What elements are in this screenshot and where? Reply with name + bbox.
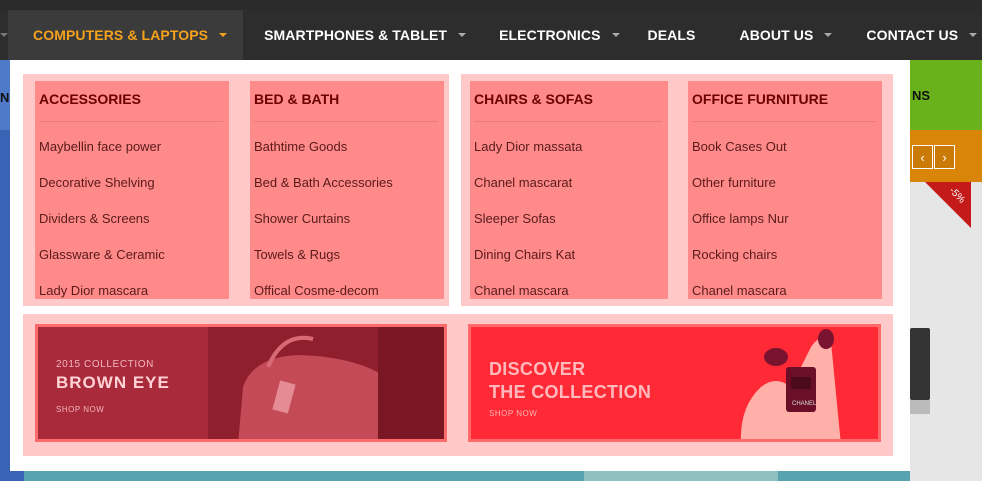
banner-shop-now-link[interactable]: SHOP NOW <box>489 409 537 418</box>
menu-link[interactable]: Offical Cosme-decom <box>254 283 379 298</box>
menu-link[interactable]: Sleeper Sofas <box>474 211 556 226</box>
nav-item-about-us[interactable]: ABOUT US <box>723 10 852 60</box>
mega-menu-dropdown: ACCESSORIES Maybellin face power Decorat… <box>10 60 910 471</box>
main-navigation: COMPUTERS & LAPTOPS SMARTPHONES & TABLET… <box>0 10 982 60</box>
discount-ribbon <box>925 182 971 228</box>
menu-link[interactable]: Dividers & Screens <box>39 211 150 226</box>
menu-group-right: CHAIRS & SOFAS Lady Dior massata Chanel … <box>461 74 893 306</box>
menu-link[interactable]: Lady Dior mascara <box>39 283 148 298</box>
chevron-down-icon <box>969 33 978 37</box>
menu-link[interactable]: Bed & Bath Accessories <box>254 175 393 190</box>
column-divider <box>474 121 662 122</box>
nav-item-computers-laptops[interactable]: COMPUTERS & LAPTOPS <box>8 10 244 60</box>
product-brand-label: CHANEL <box>792 401 817 407</box>
menu-link[interactable]: Chanel mascarat <box>474 175 572 190</box>
banner-title: DISCOVER THE COLLECTION <box>489 358 651 404</box>
chevron-down-icon <box>824 33 833 37</box>
menu-column-bed-bath: BED & BATH Bathtime Goods Bed & Bath Acc… <box>250 81 444 299</box>
banner-shop-now-link[interactable]: SHOP NOW <box>56 405 104 414</box>
menu-link[interactable]: Lady Dior massata <box>474 139 582 154</box>
chevron-down-icon <box>458 33 467 37</box>
nav-item-label: COMPUTERS & LAPTOPS <box>33 27 209 43</box>
menu-column-chairs-sofas: CHAIRS & SOFAS Lady Dior massata Chanel … <box>470 81 668 299</box>
banner-discover-collection[interactable]: CHANEL DISCOVER THE COLLECTION SHOP NOW <box>468 324 881 442</box>
menu-link[interactable]: Shower Curtains <box>254 211 350 226</box>
menu-link[interactable]: Office lamps Nur <box>692 211 789 226</box>
menu-link[interactable]: Glassware & Ceramic <box>39 247 165 262</box>
monitor-product-image[interactable] <box>910 328 930 400</box>
nav-item-contact-us[interactable]: CONTACT US <box>852 10 982 60</box>
chevron-down-icon <box>219 33 228 37</box>
menu-column-accessories: ACCESSORIES Maybellin face power Decorat… <box>35 81 229 299</box>
banner-title: BROWN EYE <box>56 373 170 392</box>
column-title[interactable]: ACCESSORIES <box>39 91 141 107</box>
menu-link[interactable]: Towels & Rugs <box>254 247 340 262</box>
background-bottom-banner-2 <box>584 471 778 481</box>
nav-item-label: DEALS <box>647 27 696 43</box>
carousel-next-button[interactable]: › <box>934 145 955 169</box>
nav-item-label: ELECTRONICS <box>499 27 601 43</box>
menu-link[interactable]: Chanel mascara <box>692 283 787 298</box>
nav-item-label: SMARTPHONES & TABLET <box>264 27 448 43</box>
page-top-strip <box>0 0 982 10</box>
menu-link[interactable]: Other furniture <box>692 175 776 190</box>
chevron-down-icon <box>0 33 8 37</box>
nav-item-label: CONTACT US <box>866 27 959 43</box>
menu-column-office-furniture: OFFICE FURNITURE Book Cases Out Other fu… <box>688 81 882 299</box>
banner-title-line-2: THE COLLECTION <box>489 382 652 402</box>
nav-item-smartphones-tablet[interactable]: SMARTPHONES & TABLET <box>243 10 484 60</box>
menu-link[interactable]: Chanel mascara <box>474 283 569 298</box>
menu-link[interactable]: Rocking chairs <box>692 247 777 262</box>
nav-item-label: ABOUT US <box>739 27 814 43</box>
menu-link[interactable]: Decorative Shelving <box>39 175 155 190</box>
menu-link[interactable]: Maybellin face power <box>39 139 161 154</box>
column-divider <box>254 121 438 122</box>
banner-title-line-1: DISCOVER <box>489 359 586 379</box>
menu-banners-group: 2015 COLLECTION BROWN EYE SHOP NOW CHANE… <box>23 314 893 456</box>
column-divider <box>39 121 223 122</box>
menu-link[interactable]: Bathtime Goods <box>254 139 347 154</box>
banner-subtitle: 2015 COLLECTION <box>56 359 154 370</box>
carousel-prev-button[interactable]: ‹ <box>912 145 933 169</box>
column-title[interactable]: BED & BATH <box>254 91 339 107</box>
menu-link[interactable]: Book Cases Out <box>692 139 787 154</box>
column-title[interactable]: OFFICE FURNITURE <box>692 91 828 107</box>
menu-link[interactable]: Dining Chairs Kat <box>474 247 575 262</box>
nav-item-electronics[interactable]: ELECTRONICS <box>484 10 633 60</box>
nav-item-deals[interactable]: DEALS <box>634 10 724 60</box>
banner-brown-eye[interactable]: 2015 COLLECTION BROWN EYE SHOP NOW <box>35 324 447 442</box>
nav-left-edge <box>0 10 8 60</box>
column-title[interactable]: CHAIRS & SOFAS <box>474 91 593 107</box>
monitor-stand-image <box>910 400 930 414</box>
menu-group-left: ACCESSORIES Maybellin face power Decorat… <box>23 74 449 306</box>
column-divider <box>692 121 876 122</box>
background-tab-right-label: NS <box>912 88 931 103</box>
chevron-down-icon <box>611 33 620 37</box>
